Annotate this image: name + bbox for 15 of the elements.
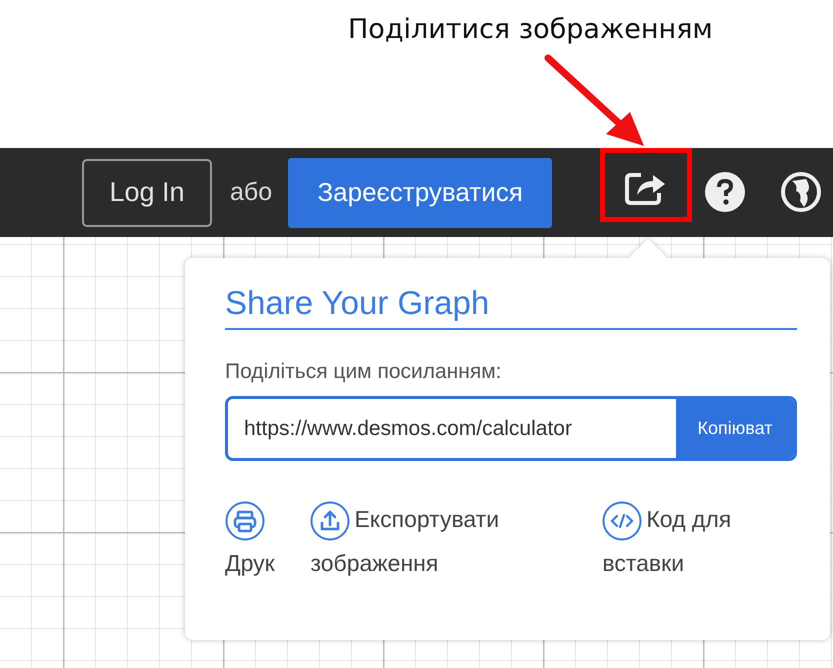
print-button[interactable]: Друк (225, 497, 294, 585)
copy-button[interactable]: Копіюват (676, 399, 794, 458)
export-icon (310, 500, 350, 541)
annotation-text: Поділитися зображенням (348, 14, 713, 45)
login-button[interactable]: Log In (82, 158, 212, 226)
help-icon[interactable] (704, 171, 746, 213)
link-field[interactable]: https://www.desmos.com/calculator Копіюват (225, 396, 797, 461)
or-text: або (230, 178, 272, 207)
link-label: Поділіться цим посиланням: (225, 360, 502, 384)
print-icon (225, 500, 265, 541)
signup-button[interactable]: Зареєструватися (288, 158, 552, 228)
popover-title: Share Your Graph (225, 284, 797, 330)
embed-icon (602, 500, 642, 541)
embed-button[interactable]: Код для вставки (602, 497, 781, 585)
export-button[interactable]: Експортувати зображення (310, 497, 568, 585)
